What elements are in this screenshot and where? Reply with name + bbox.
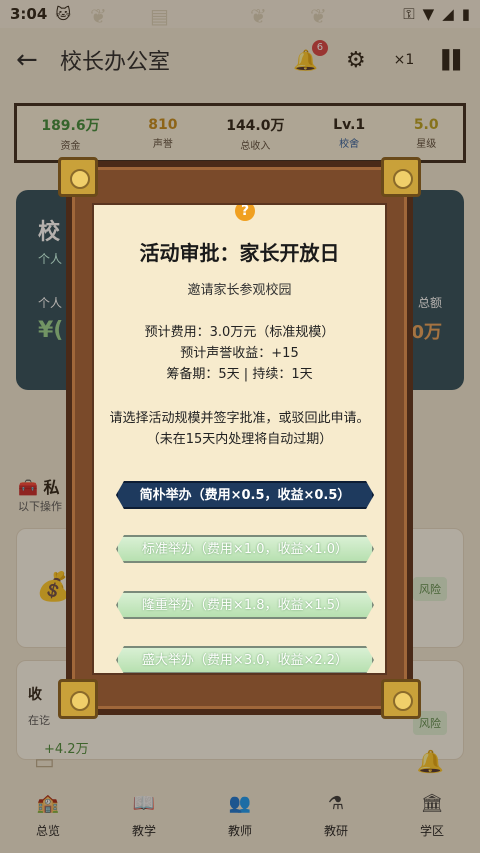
option-grand-button[interactable]: 隆重举办（费用×1.8，收益×1.5）: [116, 591, 374, 619]
approval-prompt: 请选择活动规模并签字批准，或驳回此申请。: [109, 411, 370, 426]
reputation-estimate: 预计声誉收益：+15: [180, 346, 299, 361]
help-icon[interactable]: ?: [235, 205, 255, 221]
frame-corner-ornament: [58, 679, 98, 719]
frame-corner-ornament: [381, 679, 421, 719]
option-grandest-button[interactable]: 盛大举办（费用×3.0，收益×2.2）: [116, 646, 374, 674]
dialog-parchment: ? 活动审批：家长开放日 邀请家长参观校园 预计费用：3.0万元（标准规模） 预…: [92, 203, 387, 675]
dialog-title: 活动审批：家长开放日: [139, 241, 340, 265]
dialog-subtitle: 邀请家长参观校园: [187, 283, 292, 298]
frame-corner-ornament: [381, 157, 421, 197]
schedule-info: 筹备期：5天 | 持续：1天: [166, 367, 313, 382]
approval-dialog: ? 活动审批：家长开放日 邀请家长参观校园 预计费用：3.0万元（标准规模） 预…: [58, 157, 421, 719]
option-standard-button[interactable]: 标准举办（费用×1.0，收益×1.0）: [116, 535, 374, 563]
expiry-note: （未在15天内处理将自动过期）: [146, 432, 333, 447]
frame-corner-ornament: [58, 157, 98, 197]
cost-estimate: 预计费用：3.0万元（标准规模）: [144, 325, 335, 340]
option-simple-button[interactable]: 简朴举办（费用×0.5，收益×0.5）: [116, 481, 374, 509]
